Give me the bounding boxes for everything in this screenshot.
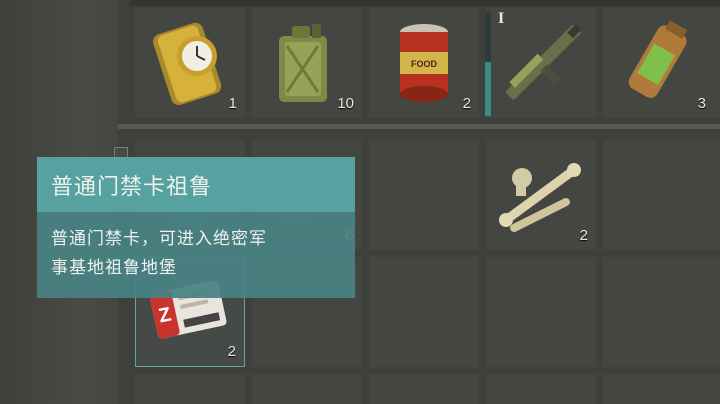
slot-empty[interactable] (603, 140, 720, 250)
slot-empty[interactable] (486, 374, 596, 404)
ammo-fill (485, 62, 491, 116)
slot-gold-watch[interactable]: 1 (135, 8, 245, 118)
slot-empty[interactable] (369, 140, 479, 250)
tooltip-description: 普通门禁卡，可进入绝密军 事基地祖鲁地堡 (37, 212, 355, 298)
tooltip-line-1: 普通门禁卡，可进入绝密军 (51, 229, 267, 249)
food-label: FOOD (411, 59, 437, 69)
slot-count: 10 (337, 95, 354, 112)
top-strip (130, 0, 720, 6)
slot-empty[interactable] (369, 257, 479, 367)
slot-count: 2 (462, 95, 471, 112)
tier-label: I (498, 10, 505, 27)
slot-empty[interactable] (486, 257, 596, 367)
slot-empty[interactable] (135, 374, 245, 404)
slot-food-can[interactable]: FOOD 2 (369, 8, 479, 118)
slot-empty[interactable] (369, 374, 479, 404)
slot-count: 1 (228, 95, 237, 112)
slot-count: 3 (697, 95, 706, 112)
slot-empty[interactable] (603, 374, 720, 404)
slot-empty[interactable] (603, 257, 720, 367)
slot-canister[interactable]: 3 (603, 8, 720, 118)
section-divider (118, 124, 720, 129)
slot-count: 2 (227, 343, 236, 360)
slot-bones[interactable]: 2 (486, 140, 596, 250)
ammo-bar (485, 12, 491, 116)
slot-count: 2 (579, 227, 588, 244)
tooltip-title: 普通门禁卡祖鲁 (37, 157, 355, 212)
canister-icon (628, 20, 688, 98)
tooltip-line-2: 事基地祖鲁地堡 (51, 258, 177, 278)
slot-empty[interactable] (252, 374, 362, 404)
slot-jerry-can[interactable]: 10 (252, 8, 362, 118)
